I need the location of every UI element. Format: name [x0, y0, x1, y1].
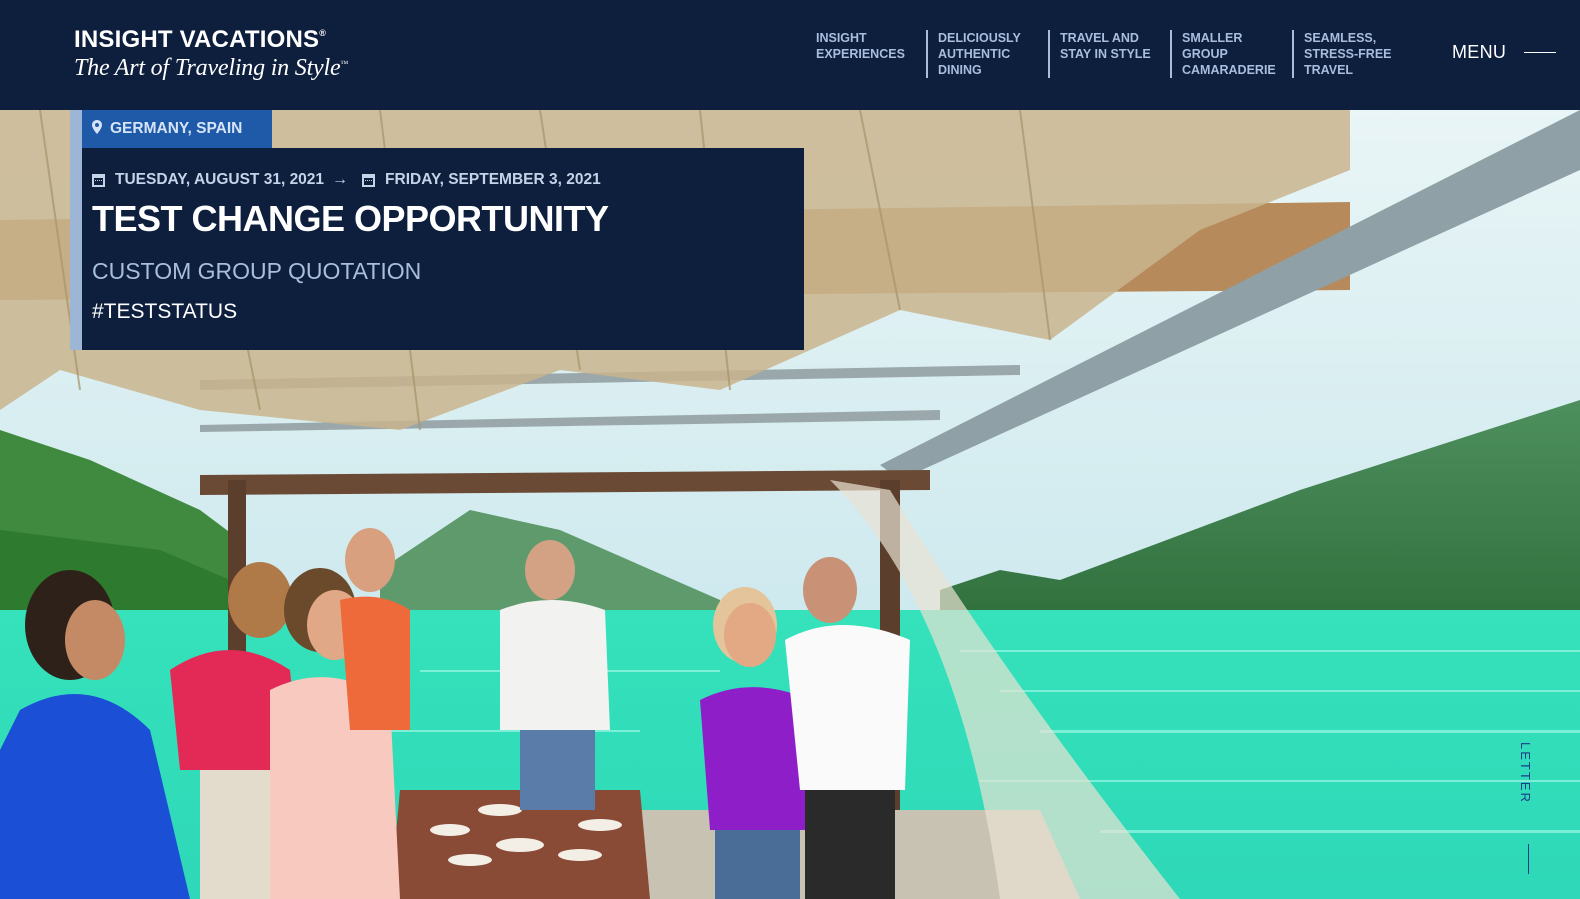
nav-item-authentic-dining[interactable]: DELICIOUSLY AUTHENTIC DINING [926, 30, 1048, 78]
calendar-icon [92, 173, 105, 187]
brand-tagline: The Art of Traveling in Style™ [74, 55, 349, 81]
nav-item-stress-free-travel[interactable]: SEAMLESS, STRESS-FREE TRAVEL [1292, 30, 1414, 78]
nav-item-group-camaraderie[interactable]: SMALLER GROUP CAMARADERIE [1170, 30, 1292, 78]
map-pin-icon [92, 119, 102, 139]
letter-link[interactable]: LETTER [1518, 742, 1533, 804]
end-date: FRIDAY, SEPTEMBER 3, 2021 [385, 171, 601, 188]
menu-label: MENU [1452, 42, 1507, 62]
trip-title: TEST CHANGE OPPORTUNITY [92, 198, 609, 239]
arrow-right-icon: → [332, 171, 349, 188]
brand-logo[interactable]: INSIGHT VACATIONS® The Art of Traveling … [74, 26, 348, 82]
hamburger-icon [1524, 52, 1557, 53]
calendar-icon [362, 173, 376, 187]
nav-item-insight-experiences[interactable]: INSIGHT EXPERIENCES [812, 30, 926, 78]
card-accent-bar [70, 110, 82, 350]
nav-item-travel-in-style[interactable]: TRAVEL AND STAY IN STYLE [1048, 30, 1170, 78]
letter-link-line [1528, 844, 1529, 874]
trip-info-card: TUESDAY, AUGUST 31, 2021 → FRIDAY, SEPTE… [82, 148, 804, 350]
site-header: INSIGHT VACATIONS® The Art of Traveling … [0, 0, 1580, 110]
main-nav: INSIGHT EXPERIENCES DELICIOUSLY AUTHENTI… [812, 30, 1414, 78]
trip-dates: TUESDAY, AUGUST 31, 2021 → FRIDAY, SEPTE… [92, 171, 601, 189]
trip-status: #TESTSTATUS [92, 300, 238, 323]
location-tag: GERMANY, SPAIN [82, 110, 273, 148]
location-text: GERMANY, SPAIN [110, 120, 243, 137]
menu-button[interactable]: MENU [1452, 42, 1557, 63]
trip-subtitle: CUSTOM GROUP QUOTATION [92, 258, 422, 284]
start-date: TUESDAY, AUGUST 31, 2021 [115, 171, 325, 188]
brand-name: INSIGHT VACATIONS® [74, 26, 327, 53]
